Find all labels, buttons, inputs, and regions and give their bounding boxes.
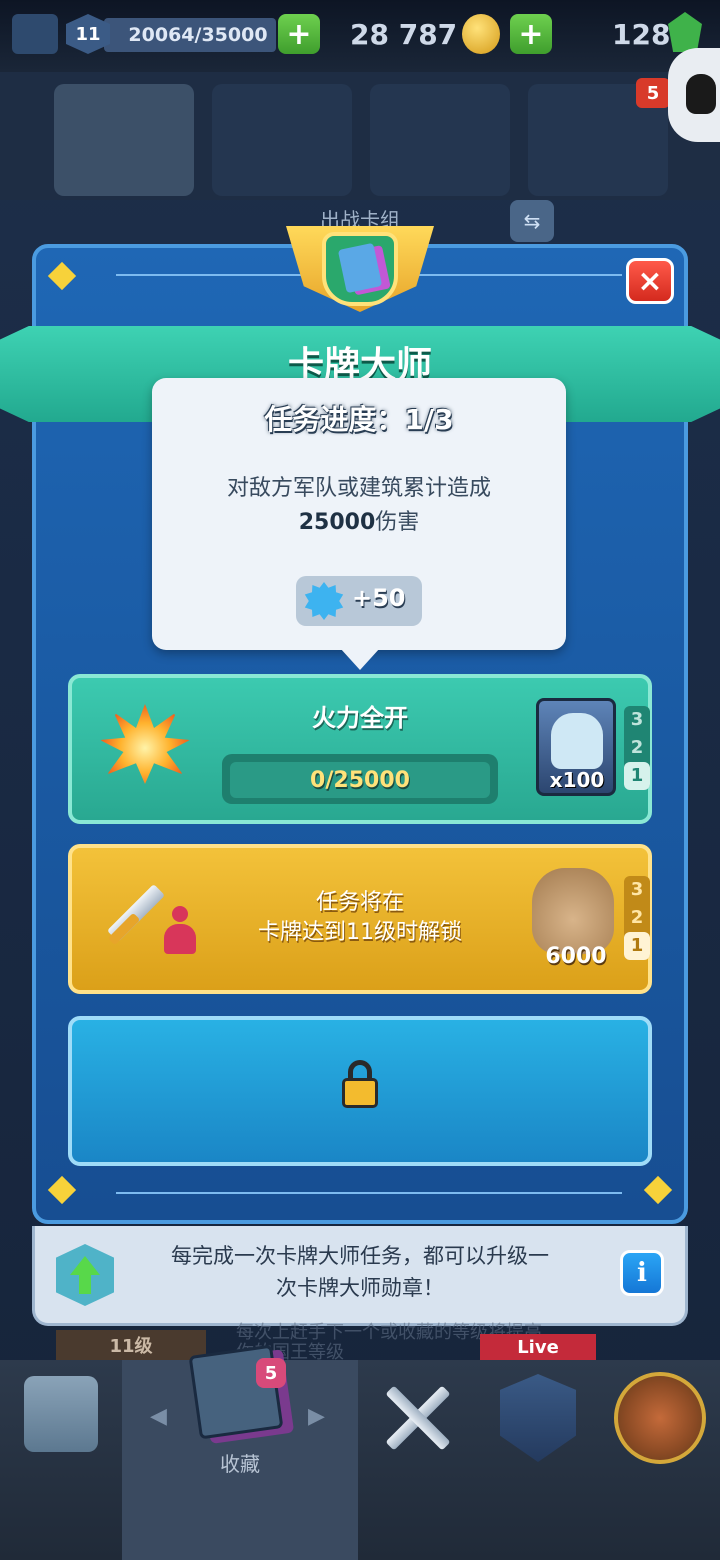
info-text-line1: 每完成一次卡牌大师任务，都可以升级一 bbox=[171, 1244, 549, 1268]
add-gold-button[interactable]: + bbox=[510, 14, 552, 54]
lock-body bbox=[342, 1078, 378, 1108]
quest-title: 火力全开 bbox=[312, 704, 408, 732]
gold-bag-icon bbox=[532, 868, 614, 954]
xp-progress: 20064/35000 bbox=[104, 18, 276, 52]
tier-3: 3 bbox=[630, 709, 644, 730]
nav-right-arrow-icon[interactable]: ▶ bbox=[308, 1404, 328, 1429]
person-body bbox=[164, 924, 196, 954]
tier-indicator: 3 2 1 bbox=[624, 876, 650, 960]
tier-2: 2 bbox=[630, 907, 644, 928]
gem-count: 128 bbox=[612, 17, 671, 51]
shop-chest-icon[interactable] bbox=[24, 1376, 98, 1452]
qq-avatar-icon[interactable] bbox=[668, 48, 720, 142]
tier-3: 3 bbox=[630, 879, 644, 900]
bottom-nav bbox=[0, 1360, 720, 1560]
tooltip-arrow bbox=[340, 648, 380, 670]
battle-swords-icon[interactable] bbox=[372, 1376, 464, 1456]
unlock-text-line1: 任务将在 bbox=[315, 890, 404, 915]
person-icon bbox=[162, 906, 198, 956]
notification-badge: 5 bbox=[636, 78, 670, 108]
tooltip-target: 25000伤害 bbox=[152, 504, 566, 538]
collection-label: 收藏 bbox=[220, 1452, 260, 1476]
events-icon[interactable] bbox=[614, 1372, 706, 1464]
live-tag[interactable]: Live bbox=[480, 1334, 596, 1360]
tooltip-target-value: 25000 bbox=[298, 510, 376, 535]
tooltip-description: 对敌方军队或建筑累计造成 bbox=[226, 476, 491, 501]
golem-icon bbox=[551, 713, 603, 769]
add-xp-button[interactable]: + bbox=[278, 14, 320, 54]
crown-icon bbox=[12, 14, 58, 54]
tier-1: 1 bbox=[624, 932, 650, 960]
tier-1: 1 bbox=[624, 762, 650, 790]
level-chip: 11级 bbox=[56, 1330, 206, 1360]
gold-count: 28 787 bbox=[350, 17, 458, 51]
unlock-text-line2: 卡牌达到11级时解锁 bbox=[258, 920, 462, 945]
lock-icon bbox=[340, 1060, 380, 1110]
card-reward-count: x100 bbox=[549, 768, 605, 792]
tab-emotes[interactable] bbox=[370, 84, 510, 196]
tier-2: 2 bbox=[630, 737, 644, 758]
tier-indicator: 3 2 1 bbox=[624, 706, 650, 790]
tab-cards[interactable] bbox=[54, 84, 194, 196]
tab-card-mastery[interactable] bbox=[212, 84, 352, 196]
swap-deck-icon[interactable]: ⇆ bbox=[510, 200, 554, 242]
info-button[interactable]: i bbox=[620, 1250, 664, 1296]
tooltip-title: 任务进度：1/3 bbox=[264, 403, 454, 436]
gold-coin-icon bbox=[462, 14, 500, 54]
person-head bbox=[172, 906, 188, 922]
xp-text: 20064/35000 bbox=[128, 24, 268, 46]
nav-left-arrow-icon[interactable]: ◀ bbox=[150, 1404, 170, 1429]
tooltip-target-suffix: 伤害 bbox=[375, 510, 420, 535]
close-button[interactable]: × bbox=[626, 258, 674, 304]
collection-badge: 5 bbox=[256, 1358, 286, 1388]
quest-progress-text: 0/25000 bbox=[310, 767, 410, 793]
info-text-line2: 次卡牌大师勋章！ bbox=[276, 1276, 444, 1300]
penguin-icon bbox=[686, 74, 716, 114]
gold-reward-amount: 6000 bbox=[545, 944, 607, 969]
divider bbox=[116, 1192, 622, 1194]
xp-reward-value: +50 bbox=[352, 584, 406, 612]
